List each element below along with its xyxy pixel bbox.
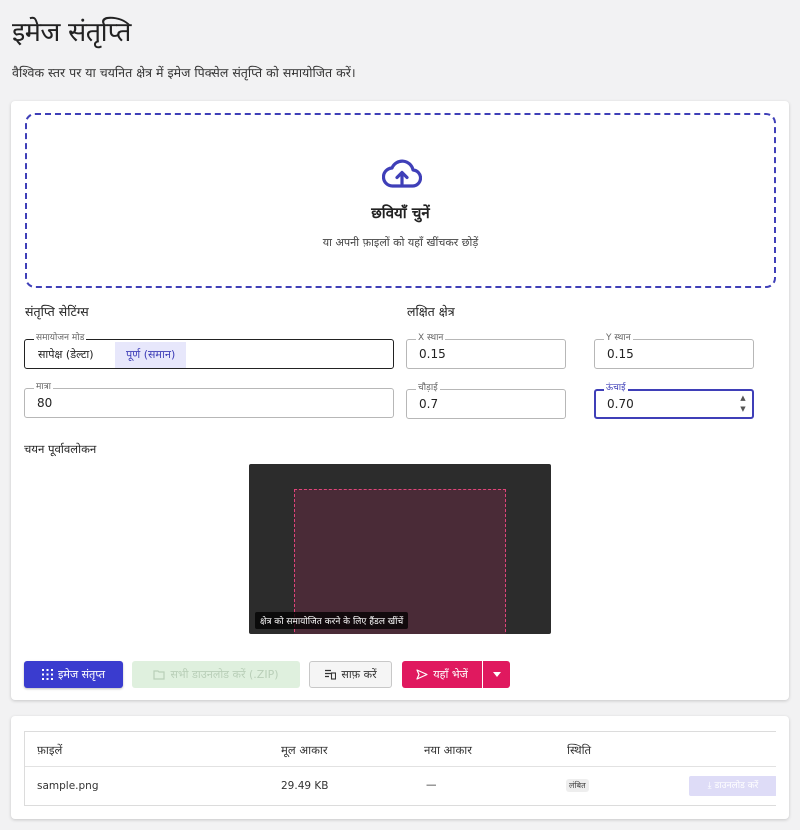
clear-button[interactable]: साफ़ करें xyxy=(309,661,392,688)
selection-preview: क्षेत्र को समायोजित करने के लिए हैंडल खी… xyxy=(249,464,551,634)
y-position-value[interactable]: 0.15 xyxy=(607,347,634,361)
height-value[interactable]: 0.70 xyxy=(607,397,634,411)
amount-field[interactable]: मात्रा 80 xyxy=(24,382,394,418)
download-file-button[interactable]: ⤓ डाउनलोड करें xyxy=(689,776,776,796)
send-menu-button[interactable] xyxy=(483,661,510,688)
tool-card: छवियाँ चुनें या अपनी फ़ाइलों को यहाँ खीं… xyxy=(11,101,789,700)
caret-down-icon xyxy=(492,672,501,677)
files-card: फ़ाइलें मूल आकार नया आकार स्थिति sample.… xyxy=(11,716,789,819)
y-position-field[interactable]: Y स्थान 0.15 xyxy=(594,333,754,369)
chevron-down-icon[interactable]: ▼ xyxy=(738,404,748,415)
width-field[interactable]: चौड़ाई 0.7 xyxy=(406,383,566,419)
mode-toggle: समायोजन मोड सापेक्ष (डेल्टा) पूर्ण (समान… xyxy=(24,333,394,369)
download-all-label: सभी डाउनलोड करें (.ZIP) xyxy=(170,668,279,681)
file-dropzone[interactable]: छवियाँ चुनें या अपनी फ़ाइलों को यहाँ खीं… xyxy=(25,113,776,288)
download-all-button[interactable]: सभी डाउनलोड करें (.ZIP) xyxy=(132,661,300,688)
column-header: फ़ाइलें xyxy=(37,743,63,757)
column-header: स्थिति xyxy=(567,743,592,757)
width-label: चौड़ाई xyxy=(416,383,440,394)
settings-title: संतृप्ति सेटिंग्स xyxy=(25,304,89,319)
dropzone-title: छवियाँ चुनें xyxy=(371,204,430,222)
files-table: फ़ाइलें मूल आकार नया आकार स्थिति sample.… xyxy=(24,731,776,806)
new-size: — xyxy=(426,779,437,791)
amount-value[interactable]: 80 xyxy=(37,396,52,410)
mode-option-absolute[interactable]: पूर्ण (समान) xyxy=(115,342,187,368)
file-name: sample.png xyxy=(37,780,99,792)
height-label: ऊंचाई xyxy=(604,383,628,394)
send-button[interactable]: यहाँ भेजें xyxy=(402,661,482,688)
width-value[interactable]: 0.7 xyxy=(419,397,438,411)
region-title: लक्षित क्षेत्र xyxy=(407,304,455,319)
chevron-up-icon[interactable]: ▲ xyxy=(738,393,748,404)
page-subtitle: वैश्विक स्तर पर या चयनित क्षेत्र में इमे… xyxy=(12,65,356,80)
clear-list-icon xyxy=(325,669,337,680)
dots-grid-icon xyxy=(41,669,53,680)
x-position-label: X स्थान xyxy=(416,333,446,344)
saturate-button[interactable]: इमेज संतृप्त xyxy=(24,661,123,688)
x-position-value[interactable]: 0.15 xyxy=(419,347,446,361)
table-header: फ़ाइलें मूल आकार नया आकार स्थिति xyxy=(25,732,776,767)
download-icon: ⤓ xyxy=(707,781,712,791)
folder-icon xyxy=(153,670,166,680)
send-icon xyxy=(416,669,428,680)
column-header: नया आकार xyxy=(424,743,472,757)
preview-title: चयन पूर्वावलोकन xyxy=(24,442,97,456)
status-badge: लंबित xyxy=(566,779,589,792)
send-label: यहाँ भेजें xyxy=(433,668,468,681)
cloud-upload-icon xyxy=(382,159,422,188)
saturate-label: इमेज संतृप्त xyxy=(57,668,105,681)
height-field[interactable]: ऊंचाई 0.70 ▲ ▼ xyxy=(594,383,754,419)
mode-option-relative[interactable]: सापेक्ष (डेल्टा) xyxy=(27,342,105,368)
dropzone-hint: या अपनी फ़ाइलों को यहाँ खींचकर छोड़ें xyxy=(322,236,479,249)
download-file-label: डाउनलोड करें xyxy=(714,781,759,791)
original-size: 29.49 KB xyxy=(281,780,329,792)
x-position-field[interactable]: X स्थान 0.15 xyxy=(406,333,566,369)
page-title: इमेज संतृप्ति xyxy=(12,17,131,48)
amount-label: मात्रा xyxy=(34,382,54,393)
y-position-label: Y स्थान xyxy=(604,333,633,344)
preview-hint: क्षेत्र को समायोजित करने के लिए हैंडल खी… xyxy=(255,612,409,629)
number-spinner[interactable]: ▲ ▼ xyxy=(738,393,748,415)
column-header: मूल आकार xyxy=(281,743,328,757)
clear-label: साफ़ करें xyxy=(341,668,377,681)
